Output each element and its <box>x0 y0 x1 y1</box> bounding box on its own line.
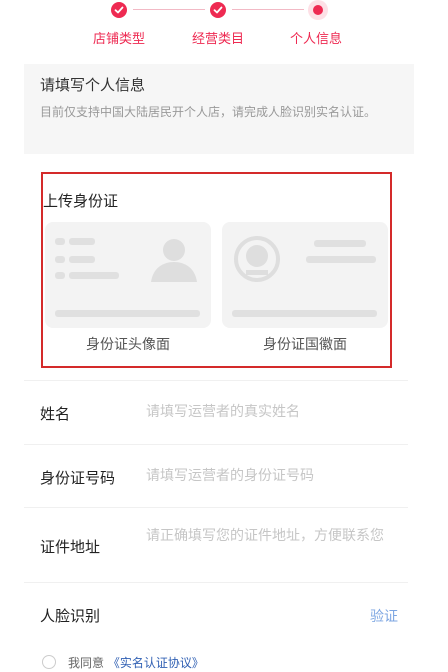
address-row: 证件地址 请正确填写您的证件地址，方便联系您 <box>24 507 408 582</box>
id-number-label: 身份证号码 <box>40 469 116 487</box>
step-connector <box>133 9 205 10</box>
step-2-check-icon <box>210 2 226 18</box>
info-description: 目前仅支持中国大陆居民开个人店，请完成人脸识别实名认证。 <box>40 105 377 119</box>
placeholder-line <box>232 310 377 317</box>
address-label: 证件地址 <box>40 538 101 556</box>
agreement-prefix: 我同意 <box>68 656 105 670</box>
placeholder-line <box>55 238 65 245</box>
face-recognition-label: 人脸识别 <box>40 607 101 625</box>
info-title: 请填写个人信息 <box>40 76 146 94</box>
placeholder-line <box>314 240 366 247</box>
placeholder-line <box>55 272 65 279</box>
id-front-label: 身份证头像面 <box>86 337 170 353</box>
step-3-current-icon <box>308 0 328 20</box>
name-label: 姓名 <box>40 405 71 423</box>
step-connector <box>232 9 304 10</box>
agree-radio[interactable] <box>42 655 56 669</box>
verify-button[interactable]: 验证 <box>370 606 398 626</box>
progress-stepper: 店铺类型 经营类目 个人信息 <box>0 0 448 50</box>
placeholder-line <box>55 256 65 263</box>
id-back-upload[interactable] <box>222 222 388 328</box>
placeholder-line <box>69 238 95 245</box>
upload-title: 上传身份证 <box>43 192 119 210</box>
national-emblem-icon <box>234 236 280 282</box>
step-label-category: 经营类目 <box>192 32 245 47</box>
placeholder-line <box>69 272 119 279</box>
id-number-row: 身份证号码 请填写运营者的身份证号码 <box>24 444 408 507</box>
info-card: 请填写个人信息 目前仅支持中国大陆居民开个人店，请完成人脸识别实名认证。 <box>24 64 414 154</box>
name-input[interactable]: 请填写运营者的真实姓名 <box>146 404 396 421</box>
placeholder-line <box>306 256 376 263</box>
face-recognition-row: 人脸识别 验证 <box>24 582 408 644</box>
address-input[interactable]: 请正确填写您的证件地址，方便联系您 <box>146 528 396 545</box>
id-front-upload[interactable] <box>45 222 211 328</box>
id-number-input[interactable]: 请填写运营者的身份证号码 <box>146 468 396 485</box>
agreement-link[interactable]: 《实名认证协议》 <box>108 656 204 670</box>
id-upload-section: 上传身份证 身份证头像面 身份证国徽面 <box>41 172 392 368</box>
step-1-check-icon <box>111 2 127 18</box>
agreement-text: 我同意 《实名认证协议》 <box>68 654 204 671</box>
id-back-label: 身份证国徽面 <box>263 337 347 353</box>
name-row: 姓名 请填写运营者的真实姓名 <box>24 380 408 444</box>
placeholder-line <box>55 310 200 317</box>
placeholder-line <box>69 256 95 263</box>
step-label-store-type: 店铺类型 <box>93 32 146 47</box>
person-portrait-icon <box>151 239 197 282</box>
step-label-personal-info: 个人信息 <box>290 32 343 47</box>
